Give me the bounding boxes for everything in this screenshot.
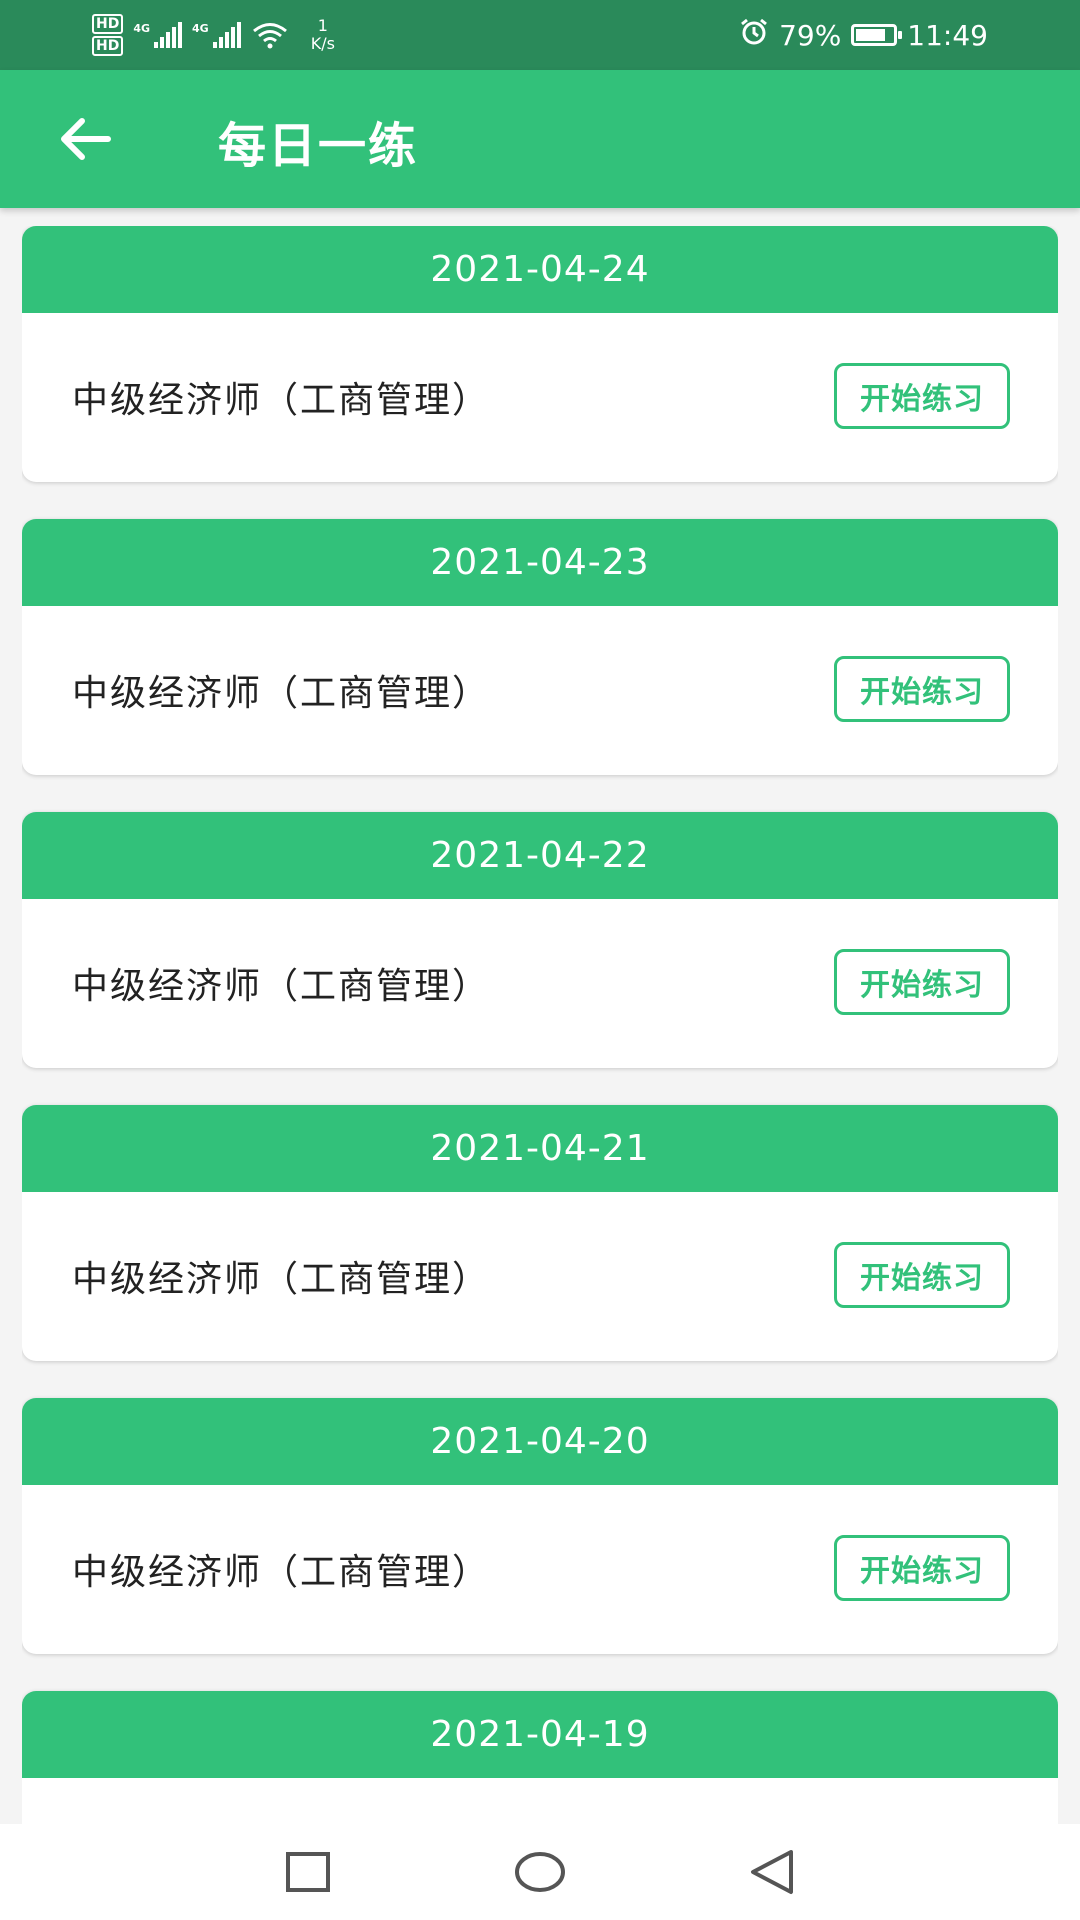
card-date: 2021-04-20: [22, 1398, 1058, 1485]
home-button[interactable]: [510, 1842, 570, 1902]
card-date: 2021-04-22: [22, 812, 1058, 899]
card-body: 中级经济师（工商管理） 开始练习: [22, 1192, 1058, 1361]
circle-icon: [515, 1852, 565, 1892]
speed-value: 1: [317, 16, 328, 35]
battery-fill: [856, 29, 885, 41]
start-practice-button[interactable]: 开始练习: [834, 656, 1010, 722]
recent-apps-button[interactable]: [278, 1842, 338, 1902]
square-icon: [286, 1852, 330, 1892]
practice-card: 2021-04-19: [22, 1691, 1058, 1824]
arrow-left-icon: [61, 118, 111, 160]
network-type-2: 4G: [192, 22, 209, 35]
card-subject: 中级经济师（工商管理）: [72, 380, 491, 421]
network-speed: 1 K/s: [311, 17, 335, 53]
speed-unit: K/s: [310, 34, 335, 53]
page-title: 每日一练: [218, 118, 419, 174]
wifi-icon: [251, 21, 289, 49]
practice-card: 2021-04-22 中级经济师（工商管理） 开始练习: [22, 812, 1058, 1068]
card-date: 2021-04-24: [22, 226, 1058, 313]
battery-icon: [851, 24, 903, 46]
app-bar: 每日一练: [0, 70, 1080, 208]
card-subject: 中级经济师（工商管理）: [72, 1552, 491, 1593]
clock: 11:49: [907, 18, 988, 52]
back-nav-button[interactable]: [742, 1842, 802, 1902]
practice-list[interactable]: 2021-04-24 中级经济师（工商管理） 开始练习 2021-04-23 中级经济师…: [22, 226, 1058, 1824]
alarm-icon: [739, 17, 769, 54]
start-practice-button[interactable]: 开始练习: [834, 363, 1010, 429]
card-date: 2021-04-19: [22, 1691, 1058, 1778]
start-practice-button[interactable]: 开始练习: [834, 1535, 1010, 1601]
card-body: 中级经济师（工商管理） 开始练习: [22, 606, 1058, 775]
sim2-hd-badge: HD: [92, 36, 124, 56]
card-date: 2021-04-23: [22, 519, 1058, 606]
navigation-bar: [0, 1824, 1080, 1920]
battery-percent: 79%: [779, 18, 842, 52]
triangle-back-icon: [751, 1850, 793, 1894]
card-body: [22, 1778, 1058, 1824]
card-date: 2021-04-21: [22, 1105, 1058, 1192]
network-type-1: 4G: [133, 22, 151, 35]
practice-card: 2021-04-21 中级经济师（工商管理） 开始练习: [22, 1105, 1058, 1361]
card-body: 中级经济师（工商管理） 开始练习: [22, 899, 1058, 1068]
card-subject: 中级经济师（工商管理）: [72, 673, 491, 714]
practice-card: 2021-04-20 中级经济师（工商管理） 开始练习: [22, 1398, 1058, 1654]
card-subject: 中级经济师（工商管理）: [72, 966, 491, 1007]
start-practice-button[interactable]: 开始练习: [834, 949, 1010, 1015]
signal-icon-1: 4G: [133, 22, 183, 48]
status-bar: HD HD 4G 4G 1 K/s 79% 11:49: [0, 0, 1080, 70]
status-left: HD HD 4G 4G 1 K/s: [92, 12, 335, 58]
back-button[interactable]: [50, 108, 120, 170]
practice-card: 2021-04-23 中级经济师（工商管理） 开始练习: [22, 519, 1058, 775]
practice-card: 2021-04-24 中级经济师（工商管理） 开始练习: [22, 226, 1058, 482]
card-body: 中级经济师（工商管理） 开始练习: [22, 313, 1058, 482]
card-subject: 中级经济师（工商管理）: [72, 1259, 491, 1300]
signal-icon-2: 4G: [192, 22, 241, 48]
status-right: 79% 11:49: [739, 12, 988, 58]
sim-indicators: HD HD: [92, 14, 124, 56]
sim1-hd-badge: HD: [92, 14, 124, 34]
start-practice-button[interactable]: 开始练习: [834, 1242, 1010, 1308]
card-body: 中级经济师（工商管理） 开始练习: [22, 1485, 1058, 1654]
